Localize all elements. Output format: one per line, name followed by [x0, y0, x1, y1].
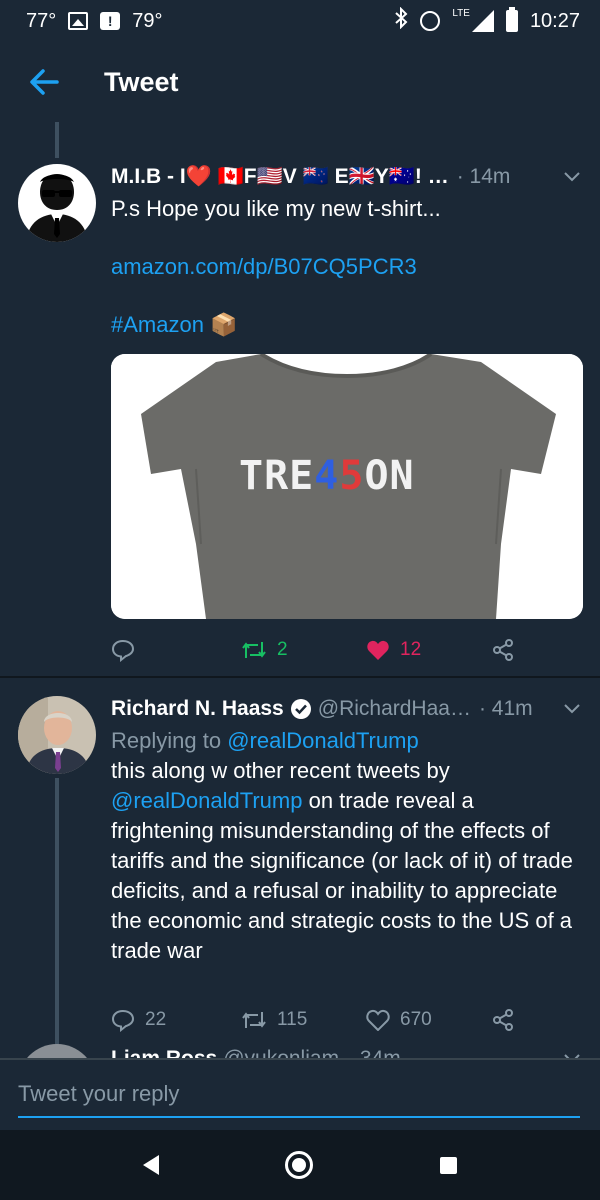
avatar[interactable] — [18, 164, 96, 242]
reply-composer — [0, 1058, 600, 1130]
replying-to-mention[interactable]: @realDonaldTrump — [227, 728, 418, 753]
reply-icon — [111, 1009, 135, 1032]
status-bar: 77° ! 79° LTE 10:27 — [0, 0, 600, 42]
thread-connector — [55, 778, 59, 1058]
tweet-actions: 2 12 — [111, 632, 540, 668]
tweet-text-part: this along w other recent tweets by — [111, 758, 450, 783]
retweet-button[interactable]: 115 — [241, 1009, 366, 1031]
replying-to-line: Replying to @realDonaldTrump — [111, 726, 582, 756]
like-count: 670 — [400, 1009, 432, 1030]
heart-icon — [366, 1009, 390, 1031]
retweet-count: 2 — [277, 639, 288, 660]
reply-input[interactable] — [18, 1072, 580, 1118]
tweet-media-image[interactable]: TRE 4 5 ON — [111, 354, 583, 619]
tweet-author-name[interactable]: Richard N. Haass — [111, 697, 284, 721]
like-button[interactable]: 12 — [366, 639, 491, 661]
share-icon — [493, 639, 513, 661]
chevron-down-icon[interactable] — [562, 699, 582, 719]
network-label: LTE — [452, 7, 470, 19]
temperature-right: 79° — [132, 9, 163, 32]
shirt-text-part: ON — [364, 453, 415, 499]
signal-icon — [471, 10, 494, 32]
tweet-actions: 22 115 670 — [111, 1002, 540, 1038]
shirt-text-part: 4 — [314, 453, 340, 499]
verified-icon — [290, 699, 311, 719]
chevron-down-icon[interactable] — [562, 1049, 582, 1058]
tweet-item[interactable]: Richard N. Haass @RichardHaa… · 41m Repl… — [0, 692, 600, 1058]
shirt-text-part: 5 — [339, 453, 365, 499]
message-icon: ! — [100, 12, 121, 30]
share-button[interactable] — [491, 638, 515, 662]
back-button[interactable] — [12, 50, 76, 114]
tweet-item[interactable]: M.I.B - I❤️ 🇨🇦F🇺🇸V 🇳🇿 E🇬🇧Y🇦🇺! … · 14m P.… — [0, 160, 600, 680]
reply-count: 22 — [145, 1009, 167, 1030]
retweet-count: 115 — [277, 1009, 308, 1030]
system-nav-bar — [0, 1130, 600, 1200]
battery-icon — [505, 7, 518, 32]
clock: 10:27 — [529, 9, 580, 32]
share-icon — [493, 1009, 513, 1031]
chevron-down-icon[interactable] — [562, 167, 582, 187]
bluetooth-icon — [394, 6, 408, 35]
tweet-text-part: on trade reveal a frightening misunderst… — [111, 788, 573, 963]
tweet-item[interactable]: Liam Ross @yukonliam · 34m — [0, 1040, 600, 1058]
tweet-author-handle[interactable]: @yukonliam — [223, 1047, 339, 1058]
like-count: 12 — [400, 639, 422, 660]
reply-button[interactable]: 22 — [111, 1008, 241, 1032]
temperature-left: 77° — [26, 9, 57, 32]
retweet-icon — [242, 1012, 266, 1028]
heart-icon — [367, 640, 389, 660]
retweet-button[interactable]: 2 — [241, 639, 366, 661]
tweet-link[interactable]: amazon.com/dp/B07CQ5PCR3 — [111, 252, 582, 282]
shirt-text-part: TRE — [239, 453, 315, 499]
tweet-author-name[interactable]: M.I.B - I❤️ 🇨🇦F🇺🇸V 🇳🇿 E🇬🇧Y🇦🇺! … — [111, 165, 449, 189]
tweet-time: · 41m — [478, 697, 533, 720]
tweet-mention[interactable]: @realDonaldTrump — [111, 788, 302, 813]
nav-home-icon[interactable] — [285, 1151, 314, 1179]
tweet-text: P.s Hope you like my new t-shirt... — [111, 196, 441, 221]
divider — [0, 676, 600, 678]
retweet-icon — [242, 642, 266, 658]
replying-to-label: Replying to — [111, 728, 222, 753]
tweet-author-handle[interactable]: @RichardHaa… — [318, 697, 471, 721]
alarm-icon — [420, 11, 441, 31]
avatar[interactable] — [18, 1044, 96, 1058]
reply-icon — [111, 639, 135, 662]
thread-connector — [55, 122, 59, 158]
nav-recents-icon[interactable] — [439, 1156, 457, 1174]
tweet-time: · 14m — [456, 165, 511, 188]
like-button[interactable]: 670 — [366, 1009, 491, 1031]
image-icon — [68, 12, 89, 30]
app-bar: Tweet — [0, 42, 600, 122]
tweet-text: this along w other recent tweets by @rea… — [111, 756, 582, 966]
tweet-hashtag[interactable]: #Amazon 📦 — [111, 310, 582, 340]
avatar[interactable] — [18, 696, 96, 774]
arrow-left-icon — [30, 69, 59, 95]
page-title: Tweet — [104, 66, 179, 97]
tweet-time: · 34m — [347, 1047, 401, 1058]
nav-back-icon[interactable] — [143, 1155, 160, 1175]
tweet-timeline[interactable]: M.I.B - I❤️ 🇨🇦F🇺🇸V 🇳🇿 E🇬🇧Y🇦🇺! … · 14m P.… — [0, 122, 600, 1058]
reply-button[interactable] — [111, 638, 241, 662]
share-button[interactable] — [491, 1008, 515, 1032]
tweet-author-name[interactable]: Liam Ross — [111, 1047, 217, 1058]
